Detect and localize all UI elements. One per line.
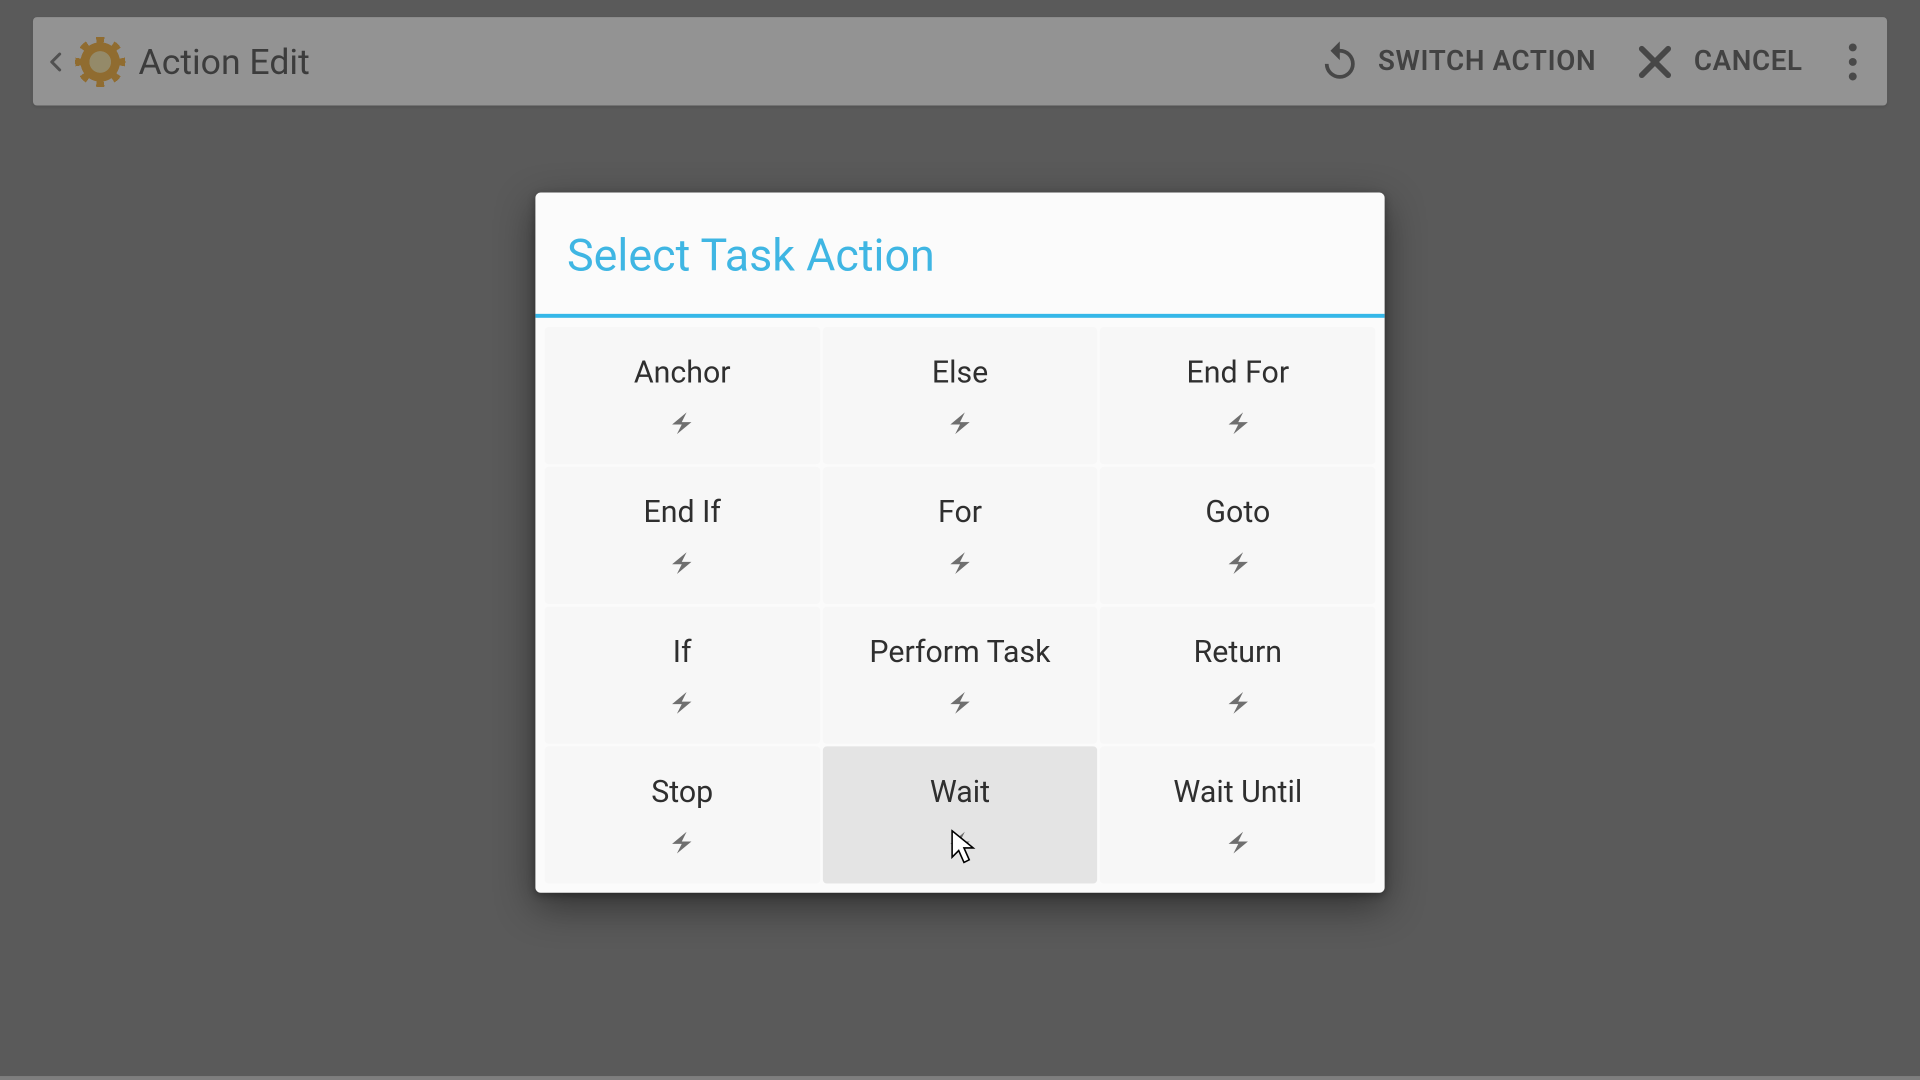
task-action-item[interactable]: Return — [1100, 607, 1375, 744]
task-action-label: Else — [932, 354, 988, 390]
bolt-icon — [668, 827, 697, 856]
bolt-icon — [668, 688, 697, 717]
task-action-item[interactable]: Stop — [545, 746, 820, 883]
task-action-label: Stop — [651, 773, 713, 809]
bolt-icon — [668, 408, 697, 437]
dialog-header: Select Task Action — [535, 193, 1384, 318]
bolt-icon — [1223, 688, 1252, 717]
task-action-item[interactable]: Perform Task — [822, 607, 1097, 744]
bolt-icon — [1223, 827, 1252, 856]
bolt-icon — [945, 827, 974, 856]
task-action-label: Return — [1194, 634, 1282, 670]
task-action-label: End For — [1186, 354, 1289, 390]
dialog-title: Select Task Action — [567, 229, 1353, 282]
task-action-item[interactable]: Else — [822, 327, 1097, 464]
task-action-label: If — [673, 634, 692, 670]
bolt-icon — [945, 408, 974, 437]
bolt-icon — [1223, 548, 1252, 577]
task-action-label: Goto — [1205, 494, 1270, 530]
bolt-icon — [1223, 408, 1252, 437]
task-action-item[interactable]: Wait — [822, 746, 1097, 883]
task-action-item[interactable]: Anchor — [545, 327, 820, 464]
task-action-item[interactable]: For — [822, 467, 1097, 604]
task-action-label: Wait Until — [1173, 773, 1302, 809]
task-action-item[interactable]: Goto — [1100, 467, 1375, 604]
select-task-action-dialog: Select Task Action Anchor Else End For End … — [535, 193, 1384, 893]
task-action-label: Anchor — [634, 354, 731, 390]
task-action-item[interactable]: Wait Until — [1100, 746, 1375, 883]
bolt-icon — [668, 548, 697, 577]
task-action-grid: Anchor Else End For End If For Goto If Perform … — [535, 318, 1384, 893]
bolt-icon — [945, 688, 974, 717]
task-action-label: End If — [643, 494, 720, 530]
task-action-label: For — [938, 494, 982, 530]
task-action-label: Perform Task — [869, 634, 1050, 670]
task-action-item[interactable]: If — [545, 607, 820, 744]
task-action-label: Wait — [930, 773, 990, 809]
bolt-icon — [945, 548, 974, 577]
task-action-item[interactable]: End If — [545, 467, 820, 604]
task-action-item[interactable]: End For — [1100, 327, 1375, 464]
